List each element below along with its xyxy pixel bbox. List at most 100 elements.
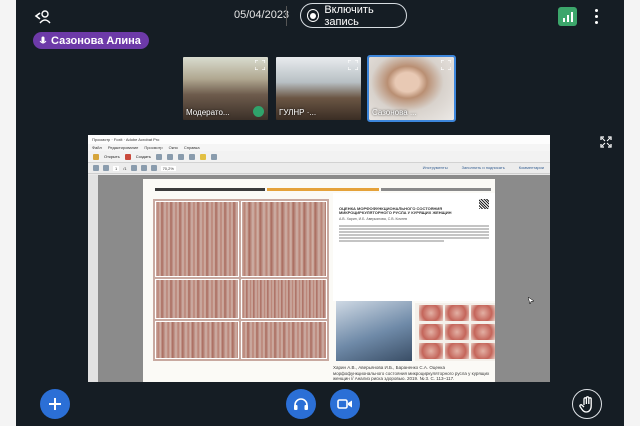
divider (286, 6, 287, 26)
app-toolbar-main: Открыть Создать (88, 151, 550, 163)
text-line (339, 240, 444, 242)
zoom-in-icon (150, 165, 157, 171)
headphones-icon (294, 398, 308, 410)
webcam-tile[interactable]: ГУЛНР ·... (274, 55, 363, 122)
dot (594, 14, 598, 18)
raise-hand-button[interactable] (572, 389, 602, 419)
webcam-tile-active[interactable]: Сазонова ... (367, 55, 456, 122)
capillary-cell (445, 343, 469, 359)
capillary-photo (241, 321, 327, 359)
capillary-cell (419, 324, 443, 340)
settings-icon (188, 153, 195, 160)
comments-link: Комментарии (518, 165, 544, 170)
capillary-photo (155, 321, 239, 359)
capillary-cell (471, 343, 495, 359)
left-nav-panel (88, 175, 98, 382)
citation-caption: Харин А.В., Аверьянова И.Б., Бараненко С… (333, 365, 490, 381)
microphone-icon (39, 36, 47, 43)
presentation-slide: ОЦЕНКА МОРФОФУНКЦИОНАЛЬНОГО СОСТОЯНИЯ МИ… (143, 179, 495, 382)
mail-icon (177, 153, 184, 160)
capillary-cell (419, 305, 443, 321)
slide-stripe (155, 188, 265, 191)
hand-icon (579, 395, 592, 413)
connection-status-button[interactable] (558, 7, 577, 26)
expand-icon[interactable] (441, 60, 451, 70)
journal-article: ОЦЕНКА МОРФОФУНКЦИОНАЛЬНОГО СОСТОЯНИЯ МИ… (333, 193, 495, 301)
prev-page-icon (93, 165, 99, 171)
document-viewport: ОЦЕНКА МОРФОФУНКЦИОНАЛЬНОГО СОСТОЯНИЯ МИ… (88, 175, 550, 382)
audio-button[interactable] (286, 389, 316, 419)
capillaroscopy-grid (415, 303, 495, 361)
app-title: Просмотр · Foxit · Adobe Acrobat Pro (88, 135, 550, 144)
article-authors: А.В. Харин, И.Б. Аверьянова, С.В. Кочнев (339, 217, 407, 221)
webcam-name: Модерато... (186, 108, 230, 117)
mouse-cursor-icon (528, 297, 535, 305)
text-line (339, 231, 489, 233)
expand-icon[interactable] (348, 60, 358, 70)
app-menu: Файл Редактирование Просмотр Окно Справк… (88, 144, 550, 151)
menu-view: Просмотр (144, 145, 163, 150)
page-current: 1 (113, 165, 120, 171)
webcam-name: ГУЛНР ·... (279, 108, 317, 117)
text-line (339, 237, 489, 239)
sign-icon (210, 153, 217, 160)
text-line (339, 234, 489, 236)
capillary-cell (445, 305, 469, 321)
article-body-lines (339, 225, 489, 242)
capillary-cell (419, 343, 443, 359)
microphone-on-icon (253, 106, 264, 117)
capillary-photo (241, 201, 327, 277)
create-label: Создать (135, 154, 151, 159)
folder-icon (93, 153, 99, 160)
webcam-tile[interactable]: Модерато... (181, 55, 270, 122)
slide-stripe (267, 188, 379, 191)
print-icon (166, 153, 173, 160)
dot (594, 20, 598, 24)
expand-icon[interactable] (255, 60, 265, 70)
record-button[interactable]: Включить запись (300, 3, 407, 28)
zoom-out-icon (140, 165, 147, 171)
capillary-cell (471, 305, 495, 321)
webcam-strip: Модерато... ГУЛНР ·... Сазонова ... (181, 55, 456, 122)
app-toolbar-nav: 1 /1 70,2% Инструменты Заполнить и подпи… (88, 163, 550, 174)
plus-icon (49, 398, 61, 410)
top-bar: 05/04/2023 Включить запись (16, 0, 624, 32)
actions-button[interactable] (40, 389, 70, 419)
create-icon (124, 153, 131, 160)
slide-stripe (381, 188, 491, 191)
talking-indicator: Сазонова Алина (33, 32, 149, 49)
zoom-level: 70,2% (160, 165, 176, 171)
bottom-bar (16, 386, 624, 426)
webcam-name: Сазонова ... (372, 108, 417, 117)
fullscreen-icon[interactable] (600, 136, 612, 148)
screenshare-area[interactable]: Просмотр · Foxit · Adobe Acrobat Pro Фай… (88, 135, 550, 382)
more-options-button[interactable] (590, 7, 602, 25)
menu-file: Файл (92, 145, 102, 150)
open-label: Открыть (104, 154, 120, 159)
more-vertical-icon (594, 8, 598, 12)
signal-bar (566, 15, 569, 22)
signal-bars-icon (562, 18, 565, 22)
right-panel-links: Инструменты Заполнить и подписать Коммен… (423, 165, 544, 170)
save-icon (155, 153, 162, 160)
camera-button[interactable] (330, 389, 360, 419)
leave-button[interactable] (32, 6, 52, 26)
qr-code-icon (479, 199, 489, 209)
comment-icon (199, 153, 206, 160)
record-label: Включить запись (324, 3, 374, 28)
hand-icon (130, 165, 137, 171)
capillary-cell (471, 324, 495, 340)
menu-window: Окно (168, 145, 178, 150)
fill-sign-link: Заполнить и подписать (461, 165, 505, 170)
signal-bar (570, 12, 573, 22)
capillary-photo (155, 201, 239, 277)
tools-link: Инструменты (422, 165, 448, 170)
user-leave-icon (34, 10, 51, 24)
menu-edit: Редактирование (107, 145, 139, 150)
capillary-photos (153, 199, 329, 361)
record-icon (307, 9, 320, 22)
article-title: ОЦЕНКА МОРФОФУНКЦИОНАЛЬНОГО СОСТОЯНИЯ МИ… (339, 206, 452, 215)
meeting-date: 05/04/2023 (234, 9, 290, 21)
microscope-photo (336, 301, 412, 361)
talker-name: Сазонова Алина (51, 34, 141, 47)
